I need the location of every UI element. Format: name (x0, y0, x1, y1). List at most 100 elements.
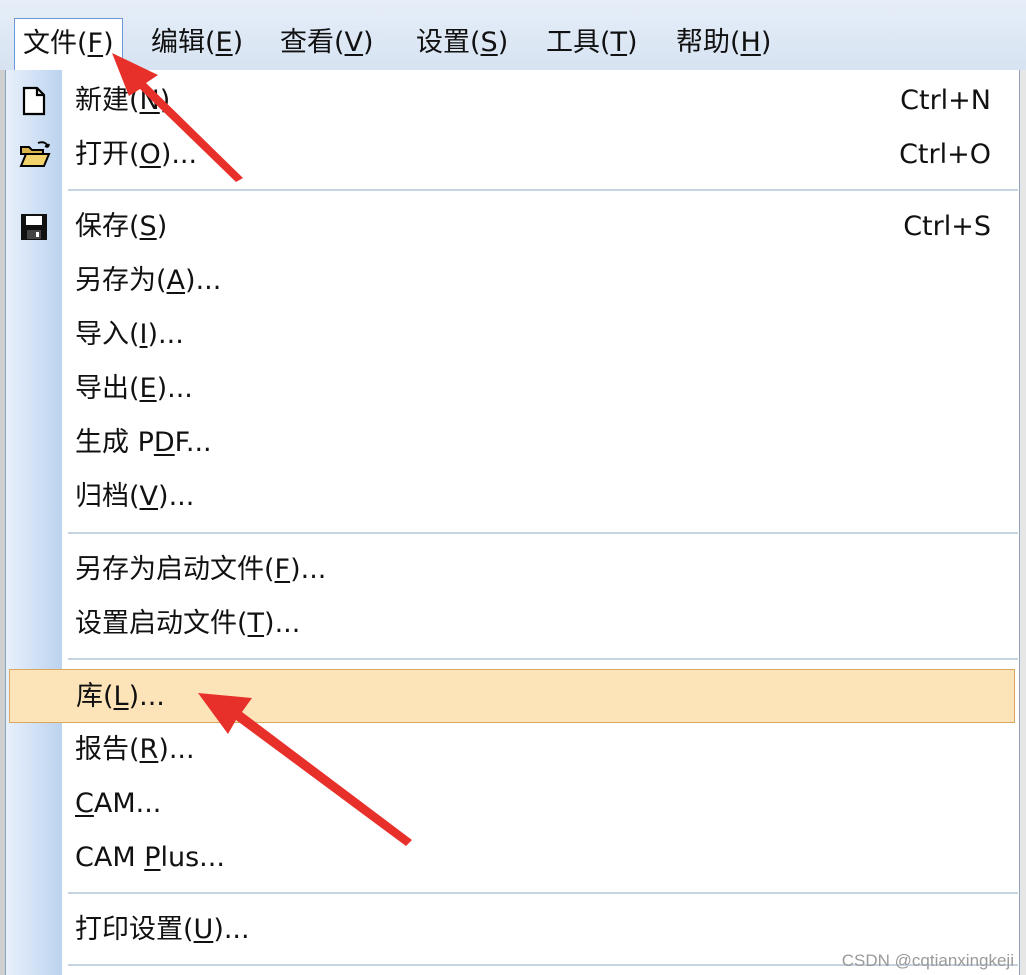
menu-item-export-text: 导出( (75, 373, 140, 404)
menu-item-archive-tail: )... (158, 481, 195, 512)
menu-file[interactable]: 文件(F) (14, 18, 123, 70)
menu-item-set-startup[interactable]: 设置启动文件(T)... (6, 597, 1019, 651)
menu-item-save-as-label: 另存为(A)... (75, 254, 221, 308)
menu-item-report-text: 报告( (75, 734, 140, 765)
menu-edit-tail: ) (232, 27, 244, 58)
menu-item-library-tail: )... (128, 681, 165, 712)
menu-view[interactable]: 查看(V) (272, 18, 382, 68)
menu-item-archive[interactable]: 归档(V)... (6, 470, 1019, 524)
menu-item-save-as-startup-key: F (274, 554, 291, 585)
menu-item-generate-pdf-key: D (153, 427, 175, 458)
menu-item-open[interactable]: 打开(O)... Ctrl+O (6, 128, 1019, 182)
menu-settings-tail: ) (497, 27, 509, 58)
menu-item-archive-key: V (139, 481, 159, 512)
menu-item-open-label: 打开(O)... (75, 128, 197, 182)
menu-item-save[interactable]: 保存(S) Ctrl+S (6, 200, 1019, 254)
open-folder-icon (18, 139, 51, 171)
menu-item-generate-pdf-tail: F... (174, 427, 212, 458)
menu-item-new-label: 新建(N) (75, 74, 170, 128)
menu-item-print-setup-text: 打印设置( (75, 914, 194, 945)
menu-item-save-as-tail: )... (185, 265, 222, 296)
menu-item-set-startup-label: 设置启动文件(T)... (75, 597, 300, 651)
menu-item-new[interactable]: 新建(N) Ctrl+N (6, 74, 1019, 128)
menu-item-print-setup-label: 打印设置(U)... (75, 903, 250, 957)
menu-help[interactable]: 帮助(H) (668, 18, 779, 68)
menu-item-save-as-startup-label: 另存为启动文件(F)... (75, 543, 326, 597)
menu-item-set-startup-tail: )... (264, 608, 301, 639)
menu-separator (68, 189, 1018, 192)
menu-item-open-tail: )... (160, 139, 198, 170)
menu-item-open-text: 打开( (75, 139, 140, 170)
menu-tools-key: T (610, 27, 628, 58)
menu-view-tail: ) (363, 27, 374, 58)
menu-item-save-as-text: 另存为( (75, 265, 167, 296)
menu-edit-label: 编辑( (151, 27, 216, 58)
menu-settings[interactable]: 设置(S) (408, 18, 516, 68)
menu-item-save-as-startup[interactable]: 另存为启动文件(F)... (6, 543, 1019, 597)
menu-item-library-key: L (113, 681, 129, 712)
file-menu-dropdown: 新建(N) Ctrl+N 打开(O)... Ctrl+O 保存(S) Ctrl+… (5, 70, 1020, 975)
menu-item-import-label: 导入(I)... (75, 308, 184, 362)
menu-item-import[interactable]: 导入(I)... (6, 308, 1019, 362)
menu-item-report[interactable]: 报告(R)... (6, 723, 1019, 777)
menu-item-save-label: 保存(S) (75, 200, 167, 254)
menu-file-tail: ) (103, 28, 114, 59)
menu-edit-key: E (215, 27, 233, 58)
menu-item-save-as-startup-tail: )... (290, 554, 327, 585)
menu-item-print-setup[interactable]: 打印设置(U)... (6, 903, 1019, 957)
menu-help-key: H (740, 27, 761, 58)
menu-item-library-label: 库(L)... (76, 670, 165, 724)
menu-item-export-tail: )... (156, 373, 193, 404)
menu-item-print-setup-key: U (193, 914, 214, 945)
menu-item-import-tail: )... (147, 319, 184, 350)
menu-item-print-setup-tail: )... (213, 914, 250, 945)
menu-item-export-key: E (139, 373, 157, 404)
menu-item-export[interactable]: 导出(E)... (6, 362, 1019, 416)
menu-separator (68, 892, 1018, 895)
menu-item-cam-plus-tail: lus... (160, 842, 225, 873)
menu-view-label: 查看( (280, 27, 345, 58)
menu-item-save-shortcut: Ctrl+S (903, 211, 991, 242)
menu-item-export-label: 导出(E)... (75, 362, 193, 416)
menu-item-new-shortcut: Ctrl+N (900, 85, 991, 116)
menu-edit[interactable]: 编辑(E) (143, 18, 251, 68)
menu-item-open-shortcut: Ctrl+O (899, 139, 991, 170)
menu-tools-label: 工具( (546, 27, 611, 58)
menu-item-cam-tail: AM... (93, 788, 162, 819)
menu-tools[interactable]: 工具(T) (538, 18, 646, 68)
menu-item-set-startup-key: T (247, 608, 265, 639)
menu-tools-tail: ) (627, 27, 638, 58)
menu-help-label: 帮助( (676, 27, 741, 58)
menu-item-archive-label: 归档(V)... (75, 470, 194, 524)
menu-bar: 文件(F) 编辑(E) 查看(V) 设置(S) 工具(T) 帮助(H) (0, 0, 1026, 71)
menu-file-key: F (87, 28, 104, 59)
menu-item-report-tail: )... (158, 734, 195, 765)
menu-item-cam-plus[interactable]: CAM Plus... (6, 831, 1019, 885)
menu-item-new-tail: ) (159, 85, 171, 116)
menu-separator (68, 532, 1018, 535)
menu-item-cam[interactable]: CAM... (6, 777, 1019, 831)
menu-item-generate-pdf-label: 生成 PDF... (75, 416, 212, 470)
menu-item-new-text: 新建( (75, 85, 140, 116)
menu-item-cam-plus-label: CAM Plus... (75, 831, 225, 885)
menu-help-tail: ) (760, 27, 772, 58)
menu-item-save-text: 保存( (75, 211, 140, 242)
menu-item-report-key: R (139, 734, 159, 765)
menu-item-save-as[interactable]: 另存为(A)... (6, 254, 1019, 308)
menu-item-cam-plus-text: CAM (75, 842, 145, 873)
menu-item-report-label: 报告(R)... (75, 723, 195, 777)
menu-item-import-key: I (139, 319, 148, 350)
menu-item-cam-key: C (75, 788, 94, 819)
menu-item-generate-pdf-text: 生成 P (75, 427, 154, 458)
menu-item-set-startup-text: 设置启动文件( (75, 608, 248, 639)
menu-item-save-as-key: A (166, 265, 186, 296)
menu-item-import-text: 导入( (75, 319, 140, 350)
new-document-icon (18, 85, 50, 117)
menu-item-generate-pdf[interactable]: 生成 PDF... (6, 416, 1019, 470)
menu-item-library[interactable]: 库(L)... (9, 669, 1015, 723)
menu-item-save-as-startup-text: 另存为启动文件( (75, 554, 275, 585)
menu-settings-label: 设置( (416, 27, 481, 58)
menu-item-open-key: O (139, 139, 161, 170)
menu-item-library-text: 库( (76, 681, 114, 712)
watermark: CSDN @cqtianxingkeji (841, 951, 1014, 970)
